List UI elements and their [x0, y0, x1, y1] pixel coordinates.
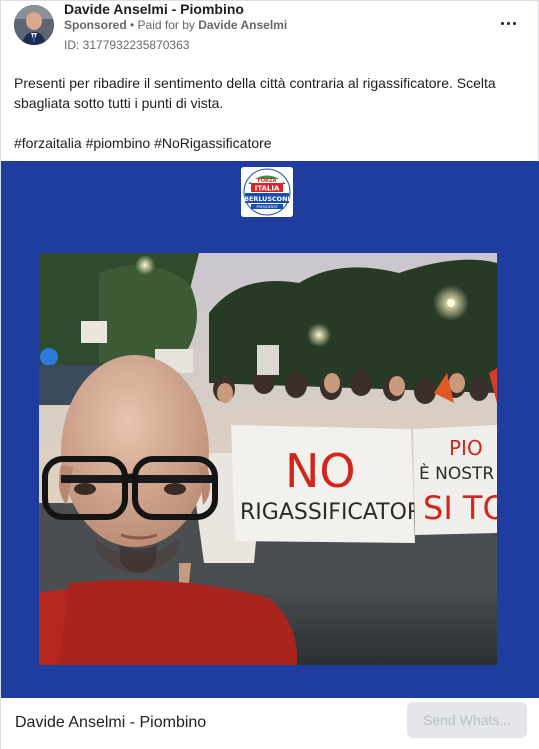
- svg-text:RIGASSIFICATORE: RIGASSIFICATORE: [240, 500, 436, 525]
- payer-name: Davide Anselmi: [198, 18, 288, 32]
- paid-for-prefix: • Paid for by: [126, 18, 199, 32]
- svg-text:SI TO: SI TO: [423, 489, 497, 527]
- svg-text:È NOSTR: È NOSTR: [419, 462, 494, 484]
- avatar-photo: [14, 5, 54, 45]
- svg-text:PRESIDENTE: PRESIDENTE: [256, 205, 277, 209]
- ad-id: ID: 3177932235870363: [64, 38, 190, 52]
- svg-text:FORZA: FORZA: [257, 178, 276, 184]
- protest-banner-piombino: PIO È NOSTR SI TO: [413, 425, 497, 535]
- post-text: Presenti per ribadire il sentimento dell…: [14, 75, 496, 111]
- ad-footer: Davide Anselmi - Piombino Send Whats...: [1, 698, 539, 749]
- avatar[interactable]: [14, 5, 54, 45]
- svg-text:ITALIA: ITALIA: [255, 185, 280, 193]
- send-whatsapp-button[interactable]: Send Whats...: [407, 702, 527, 738]
- svg-text:BERLUSCONI: BERLUSCONI: [244, 195, 290, 203]
- protest-photo: NO RIGASSIFICATORE PIO È NOSTR SI TO: [39, 253, 497, 665]
- page-name[interactable]: Davide Anselmi - Piombino: [64, 1, 244, 17]
- sponsored-label: Sponsored: [64, 18, 127, 32]
- footer-page-name[interactable]: Davide Anselmi - Piombino: [15, 714, 206, 732]
- forza-italia-logo-icon: FORZA ITALIA BERLUSCONI PRESIDENTE: [241, 167, 293, 217]
- svg-text:PIO: PIO: [449, 436, 483, 460]
- ad-media[interactable]: FORZA ITALIA BERLUSCONI PRESIDENTE NO RI…: [1, 161, 539, 698]
- ad-card: Davide Anselmi - Piombino Sponsored • Pa…: [0, 0, 539, 749]
- ellipsis-icon[interactable]: [498, 13, 518, 33]
- svg-text:NO: NO: [285, 444, 356, 498]
- post-header: Davide Anselmi - Piombino Sponsored • Pa…: [1, 1, 539, 61]
- post-hashtags[interactable]: #forzaitalia #piombino #NoRigassificator…: [14, 133, 272, 153]
- protest-banner-no: NO RIGASSIFICATORE: [231, 425, 436, 543]
- post-body: Presenti per ribadire il sentimento dell…: [14, 73, 529, 113]
- sponsored-line: Sponsored • Paid for by Davide Anselmi: [64, 18, 287, 32]
